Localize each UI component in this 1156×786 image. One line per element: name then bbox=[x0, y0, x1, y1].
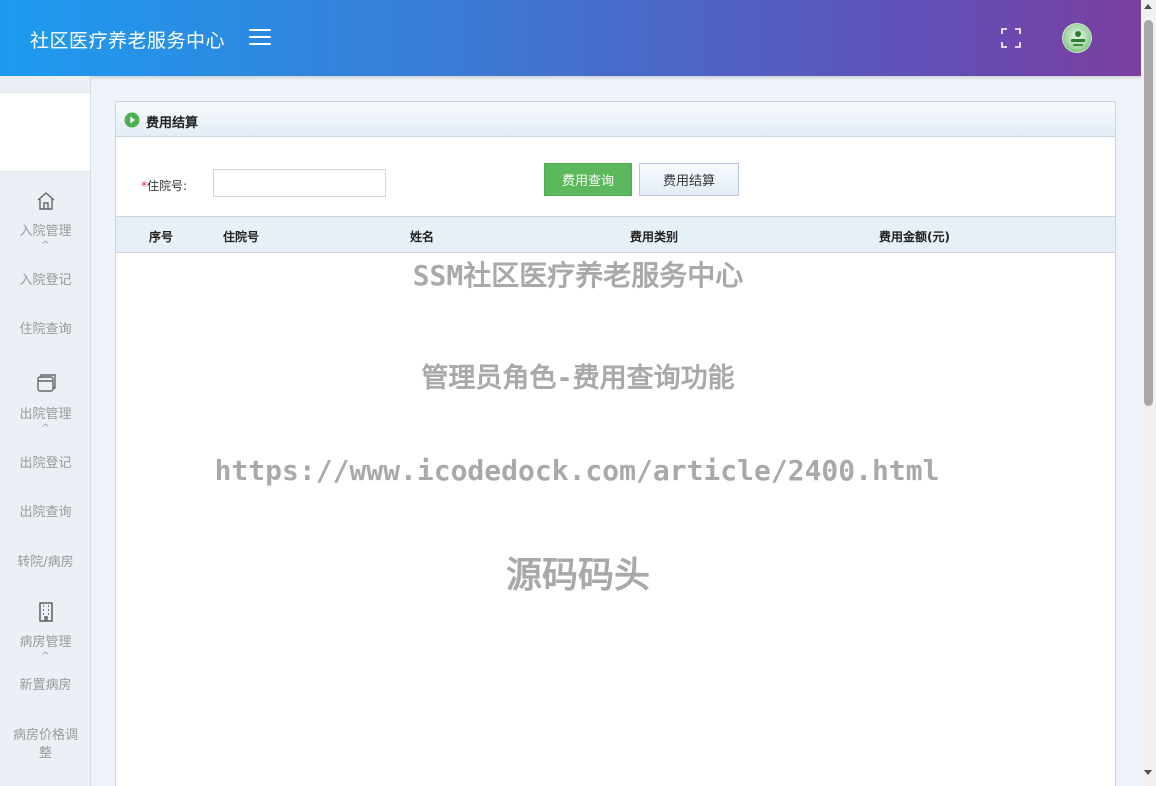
fee-settle-button[interactable]: 费用结算 bbox=[639, 163, 739, 196]
column-header-fee-amount[interactable]: 费用金额(元) bbox=[879, 228, 950, 245]
sidebar-item-new-ward[interactable]: 新置病房 bbox=[0, 677, 91, 695]
fee-query-button[interactable]: 费用查询 bbox=[544, 163, 632, 196]
column-header-index[interactable]: 序号 bbox=[149, 228, 173, 245]
table-header: 序号 住院号 姓名 费用类别 费用金额(元) bbox=[116, 217, 1115, 253]
hamburger-icon[interactable] bbox=[249, 29, 271, 47]
scroll-down-arrow-icon[interactable] bbox=[1144, 770, 1152, 775]
building-icon bbox=[38, 602, 53, 622]
sidebar-item-discharge-query[interactable]: 出院查询 bbox=[0, 504, 91, 522]
sidebar-group-label: 入院管理 bbox=[19, 224, 72, 239]
panel-header: 费用结算 bbox=[116, 102, 1115, 137]
sidebar-group-label: 病房管理 bbox=[19, 635, 72, 650]
page-scrollbar[interactable] bbox=[1141, 0, 1156, 786]
sidebar-item-hospitalization-query[interactable]: 住院查询 bbox=[0, 321, 91, 339]
sidebar-group-ward[interactable]: 病房管理 ^ bbox=[0, 601, 91, 662]
fullscreen-icon[interactable] bbox=[1000, 27, 1022, 49]
sidebar-item-discharge-register[interactable]: 出院登记 bbox=[0, 455, 91, 473]
sidebar-item-admission-register[interactable]: 入院登记 bbox=[0, 272, 91, 290]
chevron-up-icon: ^ bbox=[41, 423, 50, 434]
sidebar-logo-area bbox=[0, 92, 90, 172]
fee-settlement-panel: 费用结算 *住院号: 费用查询 费用结算 序号 住院号 姓名 费用类别 费用金额… bbox=[115, 101, 1116, 786]
play-circle-icon bbox=[124, 112, 140, 128]
query-form: *住院号: 费用查询 费用结算 bbox=[116, 137, 1115, 217]
column-header-fee-category[interactable]: 费用类别 bbox=[630, 228, 678, 245]
scroll-up-arrow-icon[interactable] bbox=[1144, 4, 1152, 9]
chevron-up-icon: ^ bbox=[41, 651, 50, 662]
top-header: 社区医疗养老服务中心 bbox=[0, 0, 1141, 76]
hospital-number-input[interactable] bbox=[213, 169, 386, 197]
column-header-name[interactable]: 姓名 bbox=[410, 228, 434, 245]
panel-title: 费用结算 bbox=[146, 116, 199, 131]
column-header-hospital-number[interactable]: 住院号 bbox=[223, 228, 259, 245]
sidebar-group-label: 出院管理 bbox=[19, 407, 72, 422]
window-icon bbox=[36, 374, 56, 392]
hospital-number-label-text: 住院号: bbox=[147, 179, 188, 193]
user-avatar[interactable] bbox=[1062, 23, 1092, 53]
sidebar-group-admission[interactable]: 入院管理 ^ bbox=[0, 190, 91, 251]
sidebar-item-transfer-ward[interactable]: 转院/病房 bbox=[0, 554, 91, 572]
app-title: 社区医疗养老服务中心 bbox=[30, 30, 226, 52]
sidebar-item-ward-price-adjust[interactable]: 病房价格调整 bbox=[8, 727, 83, 763]
hospital-number-label: *住院号: bbox=[141, 177, 187, 194]
home-icon bbox=[37, 192, 54, 210]
scroll-thumb[interactable] bbox=[1144, 20, 1153, 406]
sidebar: 入院管理 ^ 入院登记 住院查询 出院管理 ^ 出院登记 出院查询 转院/病房 … bbox=[0, 76, 91, 786]
sidebar-group-discharge[interactable]: 出院管理 ^ bbox=[0, 373, 91, 434]
chevron-up-icon: ^ bbox=[41, 240, 50, 251]
